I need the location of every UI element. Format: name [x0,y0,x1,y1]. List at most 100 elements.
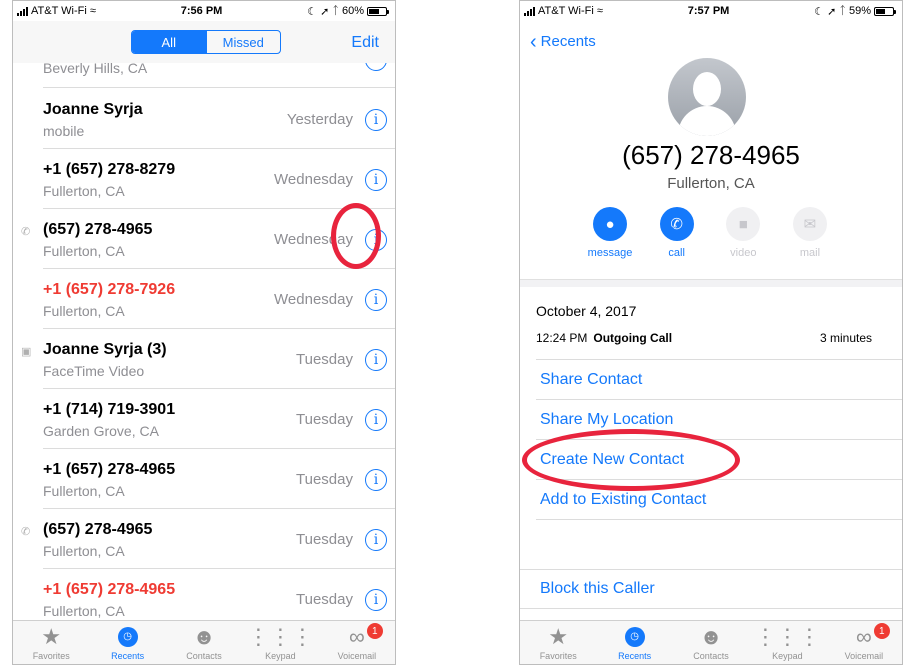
keypad-icon: ⋮⋮⋮ [754,624,821,649]
voicemail-badge: 1 [873,623,890,639]
clock-icon: ◷ [624,623,645,651]
contacts-icon: ☻ [192,624,216,649]
edit-button[interactable]: Edit [351,34,379,52]
message-icon: ● [593,207,627,241]
contact-location: Fullerton, CA [667,175,755,192]
tab-label: Favorites [539,651,577,661]
tab-voicemail[interactable]: ∞ 1 Voicemail [826,621,902,664]
tab-keypad[interactable]: ⋮⋮⋮ Keypad [749,621,825,664]
call-type: Outgoing Call [593,331,673,345]
call-row[interactable]: +1 (657) 278-4965 Fullerton, CA Tuesday … [43,449,395,509]
info-icon[interactable]: i [365,529,387,551]
call-detail-screen: AT&T Wi-Fi ≈ 7:57 PM ☾ ➚ ᛏ 59% ‹ Recents… [519,0,903,665]
battery-icon [873,6,896,16]
contacts-icon: ☻ [699,624,723,649]
call-date: Tuesday [296,591,353,608]
carrier-info: AT&T Wi-Fi ≈ [17,5,96,17]
recents-screen: AT&T Wi-Fi ≈ 7:56 PM ☾ ➚ ᛏ 60% All Misse… [12,0,396,665]
call-name: +1 (657) 278-8279 [43,161,176,178]
clock-icon: ◷ [117,623,138,651]
divider [536,439,902,440]
call-row[interactable]: ✆ (657) 278-4965 Fullerton, CA Wednesday… [21,209,395,269]
tab-contacts[interactable]: ☻ Contacts [673,621,749,664]
location-icon: ➚ [320,5,330,18]
call-name: +1 (657) 278-4965 [43,461,176,478]
call-row[interactable]: +1 (714) 719-3901 Garden Grove, CA Tuesd… [43,389,395,449]
signal-icon [524,6,535,16]
tab-recents[interactable]: ◷ Recents [89,621,165,664]
tab-label: Recents [618,651,652,661]
segment-missed[interactable]: Missed [205,31,281,53]
call-row[interactable]: ✆ (657) 278-4965 Fullerton, CA Tuesday i [21,509,395,569]
tab-label: Keypad [772,651,803,661]
call-detail: Fullerton, CA [43,603,125,619]
tab-voicemail[interactable]: ∞ 1 Voicemail [319,621,395,664]
tab-recents[interactable]: ◷ Recents [596,621,672,664]
action-label: call [668,247,685,259]
info-icon[interactable]: i [365,109,387,131]
battery-icon [366,6,389,16]
add-to-existing-contact-button[interactable]: Add to Existing Contact [540,491,706,509]
info-icon[interactable]: i [365,169,387,191]
back-button[interactable]: ‹ Recents [530,32,596,52]
message-button[interactable]: ● message [580,207,640,259]
tab-contacts[interactable]: ☻ Contacts [166,621,242,664]
divider [536,519,902,520]
call-date: Wednesday [274,291,353,308]
tab-label: Voicemail [337,651,377,661]
call-detail: mobile [43,123,85,139]
tab-label: Recents [111,651,145,661]
call-date: Wednesday [274,171,353,188]
divider [520,608,902,609]
video-button: ■ video [713,207,773,259]
info-icon[interactable]: i [365,349,387,371]
call-name: (657) 278-4965 [43,521,153,538]
tab-label: Favorites [32,651,70,661]
call-row[interactable]: +1 (657) 278-8279 Fullerton, CA Wednesda… [43,149,395,209]
tab-bar: ★ Favorites ◷ Recents ☻ Contacts ⋮⋮⋮ Keypad … [520,620,902,664]
call-log-entry: 12:24 PM Outgoing Call [536,331,672,345]
call-button[interactable]: ✆ call [647,207,707,259]
action-label: message [587,247,633,259]
call-date: Yesterday [286,111,353,128]
call-detail: Fullerton, CA [43,303,125,319]
call-duration: 3 minutes [819,331,872,345]
create-new-contact-button[interactable]: Create New Contact [540,451,684,469]
share-contact-button[interactable]: Share Contact [540,371,642,389]
info-icon[interactable]: i [365,289,387,311]
carrier-info: AT&T Wi-Fi ≈ [524,5,603,17]
tab-favorites[interactable]: ★ Favorites [520,621,596,664]
call-date: Wednesday [274,231,353,248]
outgoing-call-icon: ✆ [21,226,31,238]
call-name: +1 (714) 719-3901 [43,401,176,418]
contact-actions: ● message ✆ call ■ video ✉ mail [580,207,840,259]
partial-row[interactable]: Beverly Hills, CA [43,63,395,88]
call-date: Tuesday [296,471,353,488]
mail-button: ✉ mail [780,207,840,259]
tab-label: Contacts [186,651,222,661]
video-icon: ▣ [21,346,32,358]
avatar [668,58,746,136]
tab-keypad[interactable]: ⋮⋮⋮ Keypad [242,621,318,664]
share-location-button[interactable]: Share My Location [540,411,673,429]
segment-all[interactable]: All [132,31,206,53]
info-icon[interactable]: i [365,469,387,491]
contact-number: (657) 278-4965 [622,140,800,170]
call-row[interactable]: ▣ Joanne Syrja (3) FaceTime Video Tuesda… [21,329,395,389]
call-row[interactable]: Joanne Syrja mobile Yesterday i [43,89,395,149]
divider [536,399,902,400]
tab-favorites[interactable]: ★ Favorites [13,621,89,664]
all-missed-segmented-control[interactable]: All Missed [131,30,281,54]
call-row[interactable]: +1 (657) 278-7926 Fullerton, CA Wednesda… [43,269,395,329]
moon-icon: ☾ [307,5,318,18]
info-icon[interactable]: i [365,589,387,611]
call-detail: Fullerton, CA [43,183,125,199]
info-icon[interactable]: i [365,229,387,251]
info-icon[interactable] [365,63,387,71]
phone-icon: ✆ [659,207,694,241]
block-caller-button[interactable]: Block this Caller [540,580,655,598]
bluetooth-icon: ᛏ [839,5,846,17]
call-detail: FaceTime Video [43,363,145,379]
info-icon[interactable]: i [365,409,387,431]
keypad-icon: ⋮⋮⋮ [247,624,314,649]
